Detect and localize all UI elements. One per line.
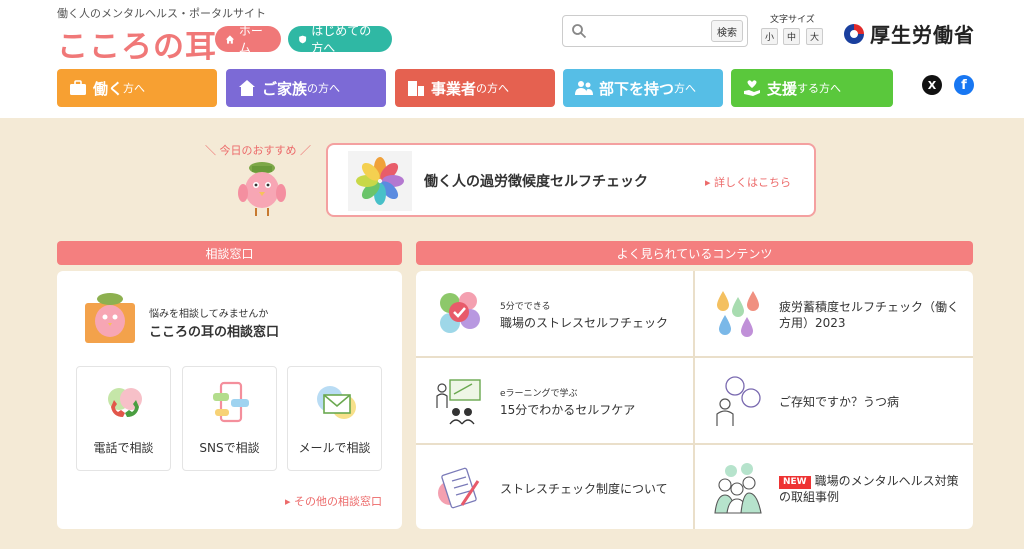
house-icon <box>239 80 255 96</box>
people-icon <box>575 81 593 95</box>
first-visit-label: はじめての方へ <box>311 24 372 55</box>
nav-supporters[interactable]: 支援 する方へ <box>731 69 893 107</box>
font-size-label: 文字サイズ <box>770 15 815 25</box>
popular-item-fatigue-check[interactable]: 疲労蓄積度セルフチェック（働く方用）2023 <box>695 271 973 356</box>
popular-item-title: 15分でわかるセルフケア <box>500 403 636 417</box>
nav-employers-label: 事業者 <box>431 79 477 98</box>
popular-item-title: NEW 職場のメンタルヘルス対策の取組事例 <box>779 473 969 505</box>
sns-consult-label: SNSで相談 <box>199 441 260 455</box>
site-tagline: 働く人のメンタルヘルス・ポータルサイト <box>57 7 266 20</box>
search-button[interactable]: 検索 <box>711 20 743 42</box>
consult-mascot-illustration <box>85 293 135 343</box>
workers-icon <box>714 463 762 514</box>
popular-item-title: ストレスチェック制度について <box>500 482 668 496</box>
ministry-name: 厚生労働省 <box>870 23 975 47</box>
recommend-label: ＼ 今日のおすすめ ／ <box>205 144 311 157</box>
popular-item-sub: 5分でできる <box>500 302 551 312</box>
recommend-title: 働く人の過労徴候度セルフチェック <box>424 174 648 190</box>
briefcase-icon <box>70 80 86 95</box>
facebook-share-icon[interactable]: f <box>954 75 974 95</box>
nav-supporters-label: 支援 <box>767 79 798 98</box>
home-button[interactable]: ホーム <box>215 24 281 55</box>
popular-item-stress-system[interactable]: ストレスチェック制度について <box>416 445 693 529</box>
checkmark-circles-icon <box>440 292 480 333</box>
popular-item-selfcare[interactable]: eラーニングで学ぶ 15分でわかるセルフケア <box>416 358 693 443</box>
consult-section-heading: 相談窓口 <box>57 241 402 265</box>
search-input[interactable] <box>593 20 711 42</box>
popular-item-title: 疲労蓄積度セルフチェック（働く方用）2023 <box>779 300 960 330</box>
popular-item-depression[interactable]: ご存知ですか？うつ病 <box>695 358 973 443</box>
phone-consult-label: 電話で相談 <box>93 441 154 455</box>
consult-subtitle: 悩みを相談してみませんか <box>149 309 269 320</box>
search-box: 検索 <box>562 15 748 47</box>
other-consult-label: その他の相談窓口 <box>294 495 382 508</box>
nav-employers-suffix: の方へ <box>476 82 510 95</box>
home-label: ホーム <box>238 24 263 55</box>
nav-workers-suffix: 方へ <box>123 82 146 95</box>
popular-item-title: ご存知ですか？うつ病 <box>779 395 900 409</box>
search-icon <box>572 24 587 39</box>
site-logo[interactable]: こころの耳 <box>57 21 217 66</box>
consult-title[interactable]: こころの耳の相談窓口 <box>149 321 279 340</box>
hand-heart-icon <box>744 80 760 96</box>
new-badge: NEW <box>779 476 811 489</box>
mail-consult-label: メールで相談 <box>298 441 371 455</box>
nav-family[interactable]: ご家族 の方へ <box>226 69 386 107</box>
nav-managers[interactable]: 部下を持つ 方へ <box>563 69 723 107</box>
ministry-logo[interactable]: 厚生労働省 <box>842 19 975 48</box>
nav-family-label: ご家族 <box>262 79 308 98</box>
mascot-illustration <box>238 162 286 216</box>
mail-icon <box>317 386 356 419</box>
nav-workers[interactable]: 働く 方へ <box>57 69 217 107</box>
mail-consult-button[interactable]: メールで相談 <box>287 366 382 471</box>
building-icon <box>408 81 424 96</box>
popular-grid: 5分でできる 職場のストレスセルフチェック 疲労蓄積度セルフチェック（働く方用）… <box>416 271 973 529</box>
recommend-card[interactable]: 働く人の過労徴候度セルフチェック ▸ 詳しくはこちら <box>326 143 816 217</box>
phone-consult-button[interactable]: 電話で相談 <box>76 366 171 471</box>
pinwheel-icon <box>348 151 412 211</box>
phone-icon <box>108 388 142 417</box>
site-header: 働く人のメンタルヘルス・ポータルサイト こころの耳 ホーム はじめての方へ 検索… <box>0 0 1024 118</box>
popular-item-sub: eラーニングで学ぶ <box>500 389 578 399</box>
popular-item-case-studies[interactable]: NEW 職場のメンタルヘルス対策の取組事例 <box>695 445 973 529</box>
shield-icon <box>299 35 307 43</box>
nav-managers-label: 部下を持つ <box>599 79 675 98</box>
font-size-medium-button[interactable]: 中 <box>783 28 800 45</box>
popular-item-stress-check[interactable]: 5分でできる 職場のストレスセルフチェック <box>416 271 693 356</box>
lecture-icon <box>436 379 481 425</box>
nav-supporters-suffix: する方へ <box>797 82 842 95</box>
sns-consult-button[interactable]: SNSで相談 <box>182 366 277 471</box>
recommend-detail-link[interactable]: ▸ 詳しくはこちら <box>705 174 791 190</box>
font-size-small-button[interactable]: 小 <box>761 28 778 45</box>
popular-section-heading: よく見られているコンテンツ <box>416 241 973 265</box>
nav-managers-suffix: 方へ <box>674 82 697 95</box>
first-visit-button[interactable]: はじめての方へ <box>288 24 392 55</box>
other-consult-link[interactable]: ▸ その他の相談窓口 <box>285 493 382 509</box>
recommend-detail-label: 詳しくはこちら <box>714 176 792 189</box>
popular-item-title: 職場のストレスセルフチェック <box>500 316 669 330</box>
x-share-icon[interactable]: X <box>922 75 942 95</box>
nav-family-suffix: の方へ <box>307 82 341 95</box>
home-icon <box>225 34 235 44</box>
font-size-large-button[interactable]: 大 <box>806 28 823 45</box>
droplets-icon <box>717 291 759 337</box>
nav-employers[interactable]: 事業者 の方へ <box>395 69 555 107</box>
consult-card: 悩みを相談してみませんか こころの耳の相談窓口 電話で相談 SNSで相談 メール… <box>57 271 402 529</box>
smartphone-chat-icon <box>213 381 249 423</box>
checklist-pen-icon <box>438 467 480 509</box>
depression-icon <box>716 376 761 426</box>
nav-workers-label: 働く <box>93 79 124 98</box>
ministry-emblem-icon <box>844 23 864 44</box>
